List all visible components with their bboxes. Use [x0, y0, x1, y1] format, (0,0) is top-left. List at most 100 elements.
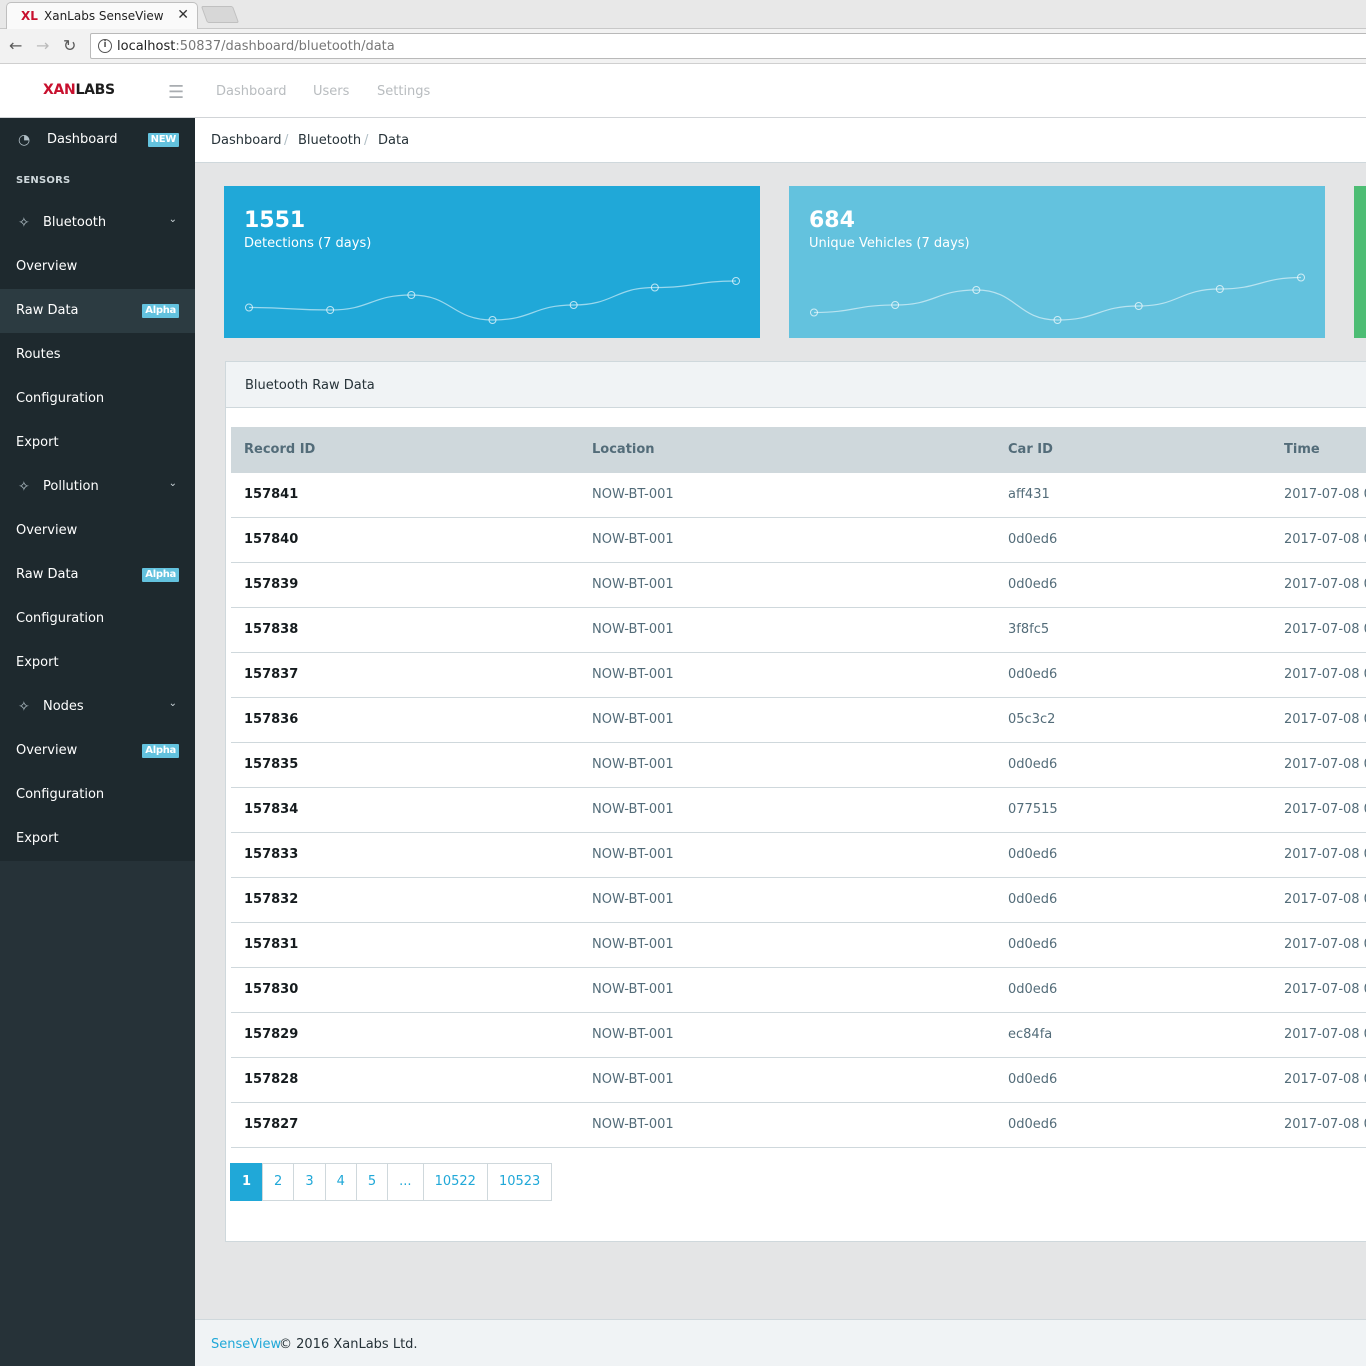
time-cell: 2017-07-08 0 [1284, 937, 1366, 952]
sidebar-item-bt-routes[interactable]: Routes [0, 333, 195, 377]
location-cell: NOW-BT-001 [592, 1117, 674, 1132]
chevron-down-icon: ⌄ [168, 698, 177, 709]
sidebar-item-pollution[interactable]: ✧ Pollution ⌄ [0, 465, 195, 509]
column-record-id[interactable]: Record ID [244, 442, 315, 457]
location-cell: NOW-BT-001 [592, 892, 674, 907]
table-row[interactable]: 157836 NOW-BT-001 05c3c2 2017-07-08 0 [231, 698, 1366, 743]
table-row[interactable]: 157830 NOW-BT-001 0d0ed6 2017-07-08 0 [231, 968, 1366, 1013]
record-id-cell: 157834 [244, 802, 299, 817]
record-id-cell: 157831 [244, 937, 299, 952]
time-cell: 2017-07-08 0 [1284, 577, 1366, 592]
sidebar-item-nodes-export[interactable]: Export [0, 817, 195, 861]
unique-vehicles-value: 684 [809, 208, 855, 233]
page-button[interactable]: ... [387, 1163, 424, 1201]
sidebar-item-pol-configuration[interactable]: Configuration [0, 597, 195, 641]
sidebar-item-pol-overview[interactable]: Overview [0, 509, 195, 553]
sidebar-item-bluetooth[interactable]: ✧ Bluetooth ⌄ [0, 201, 195, 245]
topnav-settings[interactable]: Settings [377, 84, 430, 99]
car-id-cell: 0d0ed6 [1008, 982, 1058, 997]
car-id-cell: 3f8fc5 [1008, 622, 1050, 637]
breadcrumb: Dashboard / Bluetooth / Data [195, 118, 1366, 163]
page-button[interactable]: 1 [230, 1163, 264, 1201]
back-arrow-icon[interactable]: ← [9, 36, 22, 55]
column-location[interactable]: Location [592, 442, 655, 457]
location-cell: NOW-BT-001 [592, 847, 674, 862]
table-row[interactable]: 157837 NOW-BT-001 0d0ed6 2017-07-08 0 [231, 653, 1366, 698]
footer-link[interactable]: SenseView [211, 1337, 281, 1352]
sidebar-item-bt-raw-data[interactable]: Raw Data Alpha [0, 289, 195, 333]
table-row[interactable]: 157832 NOW-BT-001 0d0ed6 2017-07-08 0 [231, 878, 1366, 923]
info-icon[interactable]: i [98, 39, 112, 53]
table-row[interactable]: 157833 NOW-BT-001 0d0ed6 2017-07-08 0 [231, 833, 1366, 878]
record-id-cell: 157836 [244, 712, 299, 727]
page-button[interactable]: 2 [262, 1163, 295, 1201]
table-row[interactable]: 157829 NOW-BT-001 ec84fa 2017-07-08 0 [231, 1013, 1366, 1058]
alpha-badge: Alpha [142, 568, 179, 582]
breadcrumb-bluetooth[interactable]: Bluetooth [298, 133, 361, 148]
sidebar-section-title: SENSORS [16, 175, 71, 186]
raw-data-panel: Bluetooth Raw Data Record ID Location Ca… [225, 361, 1366, 1242]
car-id-cell: 0d0ed6 [1008, 577, 1058, 592]
record-id-cell: 157832 [244, 892, 299, 907]
puzzle-icon: ✧ [18, 699, 30, 715]
page-button[interactable]: 5 [355, 1163, 389, 1201]
topnav-users[interactable]: Users [313, 84, 349, 99]
car-id-cell: 0d0ed6 [1008, 757, 1058, 772]
sidebar-item-bt-configuration[interactable]: Configuration [0, 377, 195, 421]
table-row[interactable]: 157828 NOW-BT-001 0d0ed6 2017-07-08 0 [231, 1058, 1366, 1103]
location-cell: NOW-BT-001 [592, 802, 674, 817]
table-row[interactable]: 157834 NOW-BT-001 077515 2017-07-08 0 [231, 788, 1366, 833]
browser-tab[interactable]: XL XanLabs SenseView ✕ [6, 2, 198, 29]
record-id-cell: 157837 [244, 667, 299, 682]
table-header: Record ID Location Car ID Time [231, 427, 1366, 473]
time-cell: 2017-07-08 0 [1284, 892, 1366, 907]
sidebar-item-pol-export[interactable]: Export [0, 641, 195, 685]
location-cell: NOW-BT-001 [592, 712, 674, 727]
location-cell: NOW-BT-001 [592, 1027, 674, 1042]
brand-logo[interactable]: XANLABS [43, 82, 115, 98]
sidebar-item-pol-raw-data[interactable]: Raw Data Alpha [0, 553, 195, 597]
detections-label: Detections (7 days) [244, 236, 372, 251]
topnav-dashboard[interactable]: Dashboard [216, 84, 287, 99]
location-cell: NOW-BT-001 [592, 982, 674, 997]
table-row[interactable]: 157839 NOW-BT-001 0d0ed6 2017-07-08 0 [231, 563, 1366, 608]
forward-arrow-icon[interactable]: → [36, 36, 49, 55]
location-cell: NOW-BT-001 [592, 532, 674, 547]
table-row[interactable]: 157841 NOW-BT-001 aff431 2017-07-08 0 [231, 473, 1366, 518]
location-cell: NOW-BT-001 [592, 577, 674, 592]
address-bar[interactable]: i localhost:50837/dashboard/bluetooth/da… [90, 33, 1366, 59]
new-tab-button[interactable] [200, 6, 240, 23]
table-row[interactable]: 157827 NOW-BT-001 0d0ed6 2017-07-08 0 [231, 1103, 1366, 1148]
table-row[interactable]: 157840 NOW-BT-001 0d0ed6 2017-07-08 0 [231, 518, 1366, 563]
page-button[interactable]: 10523 [486, 1163, 553, 1201]
panel-title: Bluetooth Raw Data [245, 378, 375, 393]
car-id-cell: 0d0ed6 [1008, 937, 1058, 952]
page-button[interactable]: 4 [324, 1163, 357, 1201]
sidebar-item-nodes-configuration[interactable]: Configuration [0, 773, 195, 817]
sidebar-item-bt-export[interactable]: Export [0, 421, 195, 465]
table-row[interactable]: 157831 NOW-BT-001 0d0ed6 2017-07-08 0 [231, 923, 1366, 968]
alpha-badge: Alpha [142, 744, 179, 758]
footer: SenseView © 2016 XanLabs Ltd. [195, 1319, 1366, 1366]
menu-toggle-icon[interactable]: ☰ [168, 82, 184, 103]
page-button[interactable]: 10522 [422, 1163, 488, 1201]
sidebar-item-nodes[interactable]: ✧ Nodes ⌄ [0, 685, 195, 729]
time-cell: 2017-07-08 0 [1284, 622, 1366, 637]
sparkline-path [248, 280, 737, 321]
sidebar-item-nodes-overview[interactable]: Overview Alpha [0, 729, 195, 773]
column-car-id[interactable]: Car ID [1008, 442, 1053, 457]
sidebar-item-dashboard[interactable]: ◔ Dashboard NEW [0, 118, 195, 162]
column-time[interactable]: Time [1284, 442, 1320, 457]
time-cell: 2017-07-08 0 [1284, 802, 1366, 817]
time-cell: 2017-07-08 0 [1284, 667, 1366, 682]
panel-header: Bluetooth Raw Data [226, 362, 1366, 408]
reload-icon[interactable]: ↻ [63, 36, 76, 55]
record-id-cell: 157828 [244, 1072, 299, 1087]
close-tab-icon[interactable]: ✕ [177, 7, 189, 23]
table-row[interactable]: 157838 NOW-BT-001 3f8fc5 2017-07-08 0 [231, 608, 1366, 653]
sidebar-item-bt-overview[interactable]: Overview [0, 245, 195, 289]
page-button[interactable]: 3 [293, 1163, 326, 1201]
time-cell: 2017-07-08 0 [1284, 1117, 1366, 1132]
table-row[interactable]: 157835 NOW-BT-001 0d0ed6 2017-07-08 0 [231, 743, 1366, 788]
breadcrumb-dashboard[interactable]: Dashboard [211, 133, 282, 148]
